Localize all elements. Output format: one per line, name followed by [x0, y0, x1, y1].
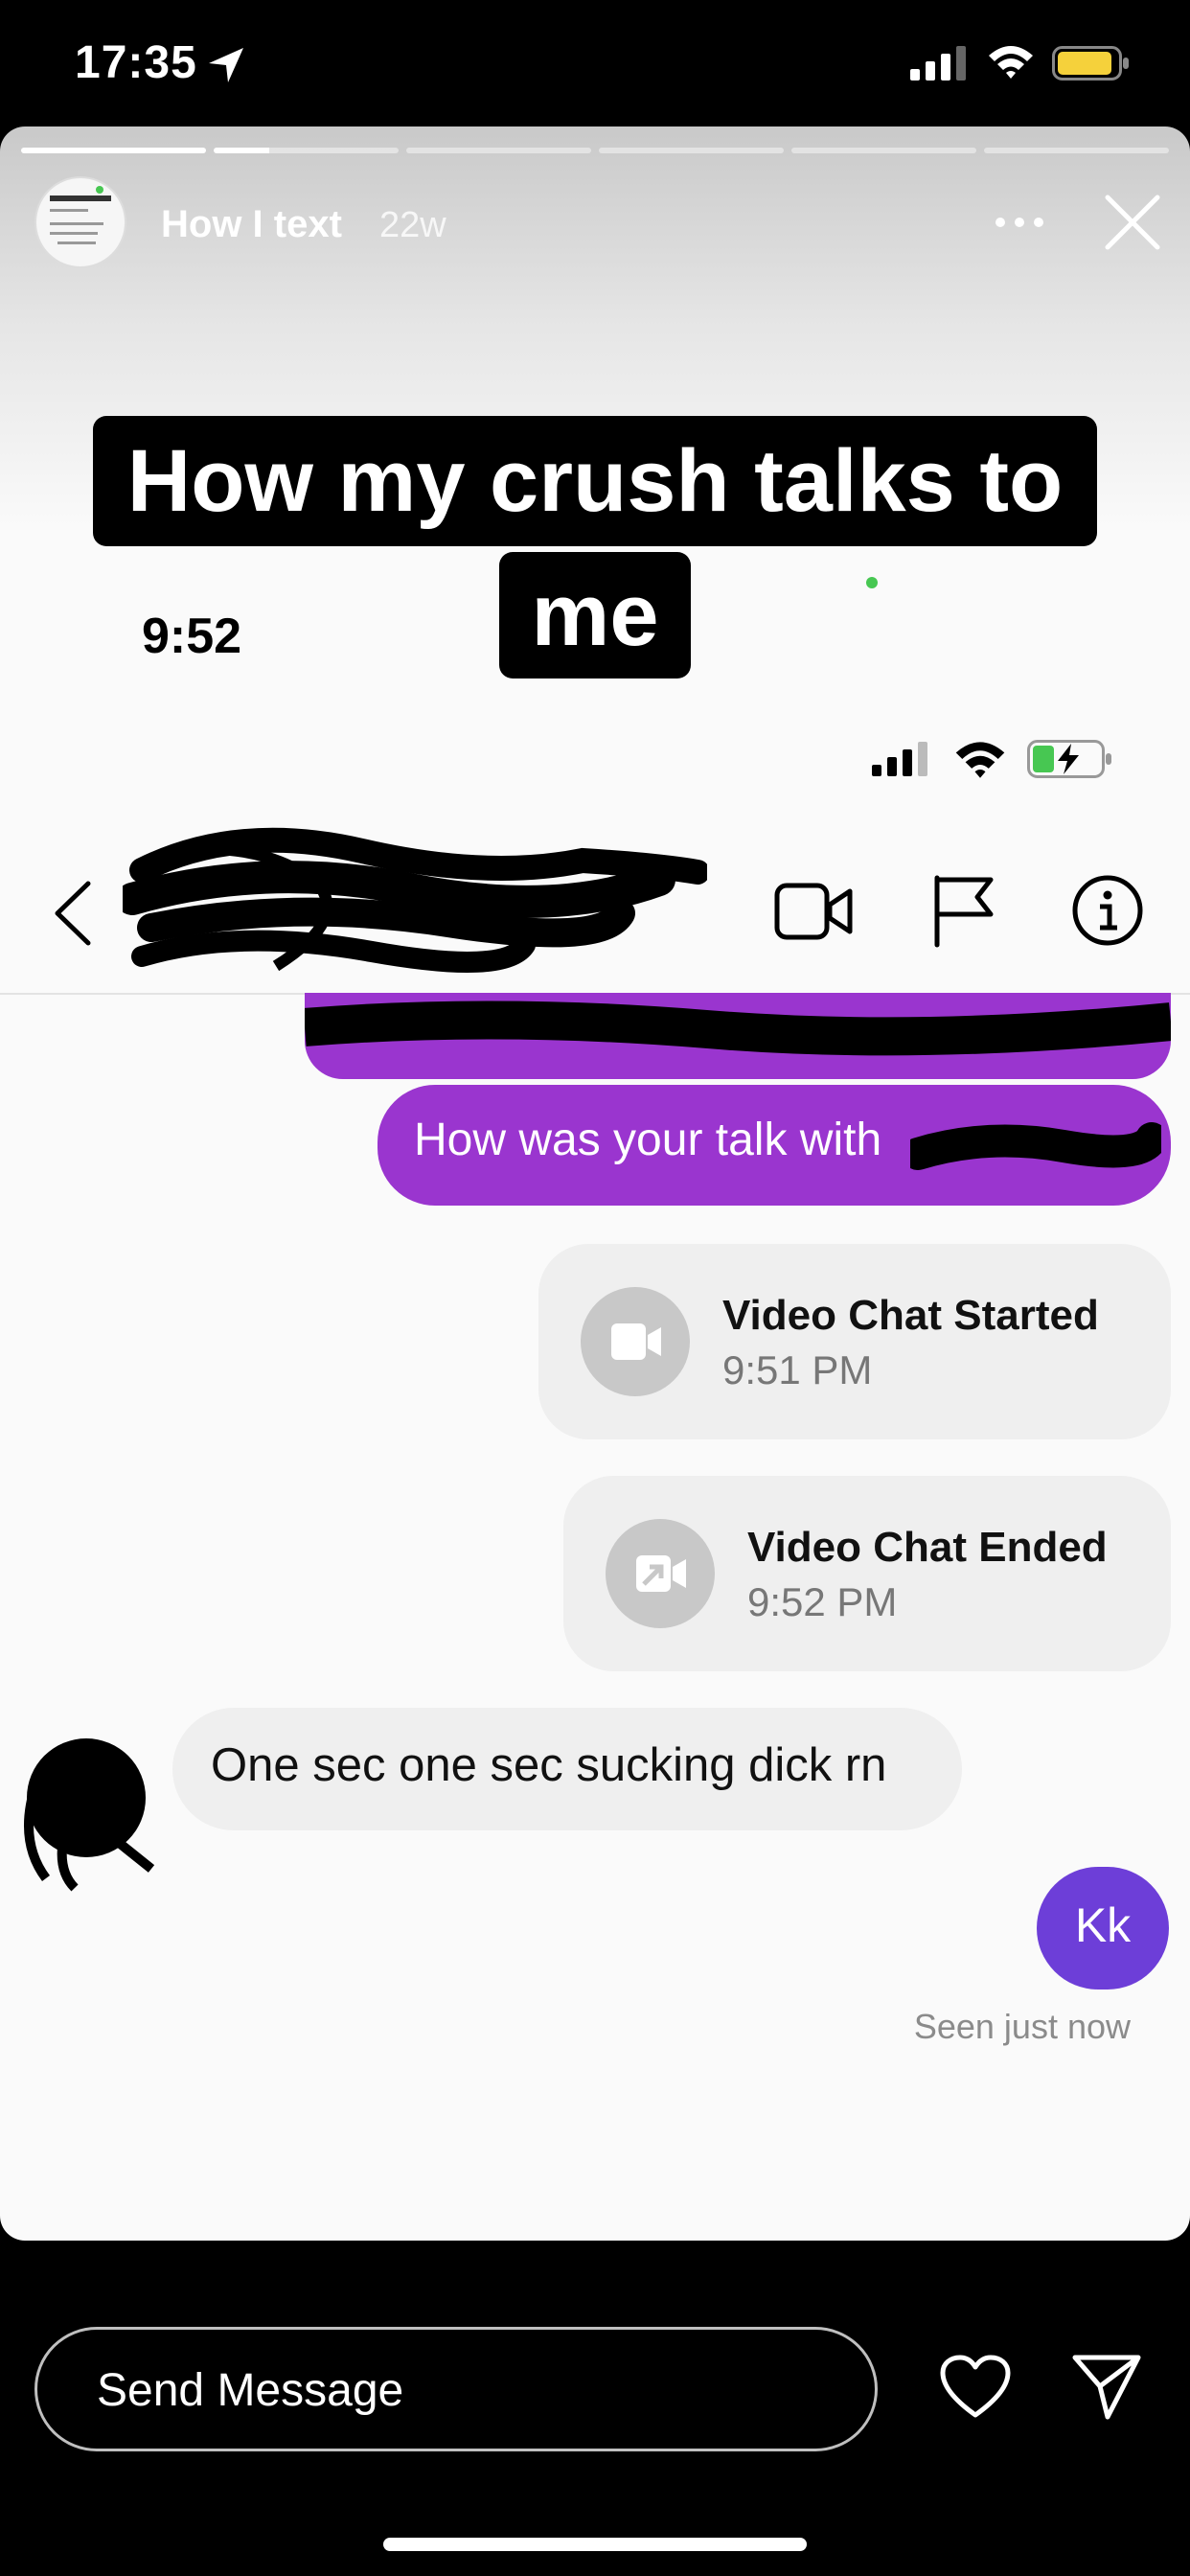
story-avatar[interactable]: [34, 176, 126, 268]
camera-indicator-dot: [866, 577, 878, 588]
received-message-text: One sec one sec sucking dick rn: [211, 1739, 887, 1791]
video-camera-icon: [581, 1287, 690, 1396]
cellular-signal-icon: [910, 46, 966, 80]
sent-message-bubble-redacted: [305, 993, 1171, 1079]
progress-segment: [21, 148, 206, 153]
close-icon[interactable]: [1104, 194, 1161, 251]
inner-battery-charging-icon: [1027, 740, 1111, 778]
caption-line-1: How my crush talks to: [92, 416, 1098, 546]
wifi-icon: [989, 46, 1033, 79]
call-title: Video Chat Ended: [747, 1524, 1108, 1571]
story-username[interactable]: How I text: [161, 203, 342, 246]
video-chat-started-card[interactable]: Video Chat Started 9:51 PM: [538, 1244, 1171, 1439]
reply-message-bubble: Kk: [1037, 1867, 1169, 1990]
heart-like-icon[interactable]: [939, 2354, 1012, 2421]
flag-report-icon[interactable]: [929, 872, 998, 949]
send-message-input[interactable]: Send Message: [34, 2327, 878, 2451]
send-direct-icon[interactable]: [1071, 2352, 1142, 2421]
sent-message-text: How was your talk with: [414, 1115, 882, 1165]
call-title: Video Chat Started: [722, 1292, 1099, 1339]
video-chat-ended-card[interactable]: Video Chat Ended 9:52 PM: [563, 1476, 1171, 1671]
story-progress-bar: [21, 148, 1169, 153]
video-ended-icon: [606, 1519, 715, 1628]
progress-segment: [791, 148, 976, 153]
location-arrow-icon: [209, 48, 243, 82]
more-options-icon[interactable]: [993, 215, 1046, 230]
redaction-scribble: [305, 1000, 1171, 1056]
info-icon[interactable]: [1071, 874, 1144, 947]
status-time: 17:35: [75, 37, 197, 88]
reply-message-text: Kk: [1074, 1898, 1132, 1952]
avatar-thumbnail-icon: [50, 186, 111, 244]
story-timestamp: 22w: [379, 205, 446, 245]
progress-segment: [214, 148, 399, 153]
inner-cellular-signal-icon: [872, 742, 927, 776]
send-message-placeholder: Send Message: [97, 2365, 404, 2416]
back-chevron-icon[interactable]: [50, 880, 96, 947]
video-call-icon[interactable]: [774, 878, 853, 945]
battery-icon: [1052, 46, 1129, 80]
seen-status: Seen just now: [913, 2007, 1131, 2046]
inner-status-time: 9:52: [142, 609, 242, 664]
progress-segment: [984, 148, 1169, 153]
sent-message-bubble: How was your talk with: [378, 1085, 1171, 1206]
redacted-contact-name: [123, 827, 707, 973]
sender-avatar-redacted: [24, 1738, 155, 1892]
received-message-bubble: One sec one sec sucking dick rn: [172, 1708, 962, 1830]
progress-segment: [406, 148, 591, 153]
call-time: 9:51 PM: [722, 1347, 873, 1392]
call-time: 9:52 PM: [747, 1579, 898, 1624]
caption-line-2: me: [498, 552, 692, 678]
redaction-scribble: [910, 1122, 1161, 1170]
home-indicator[interactable]: [383, 2538, 807, 2551]
progress-segment: [599, 148, 784, 153]
inner-wifi-icon: [955, 742, 1005, 778]
